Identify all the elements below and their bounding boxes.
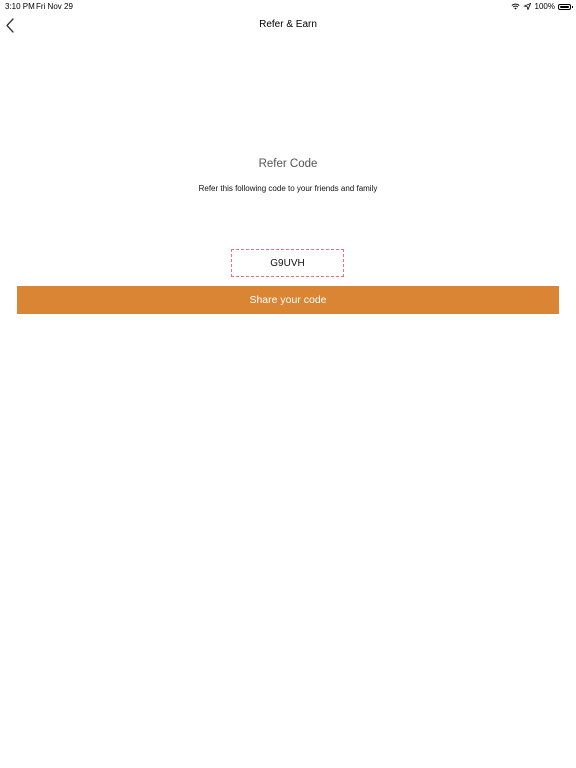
battery-percent: 100% (534, 2, 555, 11)
location-icon (522, 3, 531, 10)
page-title: Refer & Earn (259, 19, 317, 30)
share-code-button[interactable]: Share your code (17, 286, 559, 314)
status-date: Fri Nov 29 (36, 2, 73, 11)
referral-code: G9UVH (270, 257, 305, 269)
status-time: 3:10 PM (5, 2, 35, 11)
battery-icon (558, 3, 573, 10)
status-bar: 3:10 PM Fri Nov 29 100% (0, 0, 576, 14)
navigation-bar: Refer & Earn (0, 14, 576, 38)
share-code-label: Share your code (249, 294, 327, 306)
referral-code-box[interactable]: G9UVH (231, 249, 344, 277)
wifi-icon (511, 3, 520, 10)
refer-code-heading: Refer Code (258, 158, 318, 170)
status-indicators: 100% (511, 2, 573, 11)
refer-code-description: Refer this following code to your friend… (198, 184, 378, 193)
